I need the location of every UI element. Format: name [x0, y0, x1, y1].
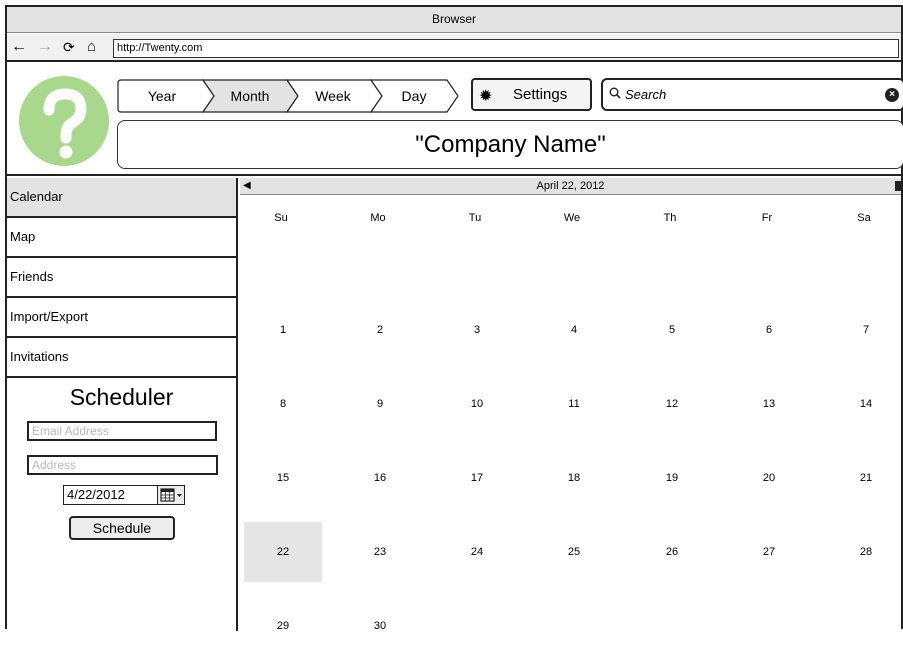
calendar-day[interactable]: 24 — [438, 522, 516, 582]
calendar-day[interactable]: 17 — [438, 448, 516, 508]
calendar-day[interactable]: 18 — [535, 448, 613, 508]
calendar-month-label: April 22, 2012 — [536, 180, 605, 192]
tab-week[interactable]: Week — [298, 79, 368, 113]
scheduler-title: Scheduler — [69, 384, 174, 410]
day-of-week-th: Th — [663, 212, 677, 224]
day-of-week-fr: Fr — [761, 212, 773, 224]
date-field[interactable]: 4/22/2012 — [63, 485, 158, 505]
next-month-icon[interactable] — [895, 181, 901, 191]
calendar-day[interactable]: 4 — [535, 300, 613, 360]
calendar-day[interactable]: 3 — [438, 300, 516, 360]
app-header: Year Month Week Day ✹ Settings Search × … — [7, 64, 903, 176]
day-of-week-su: Su — [274, 212, 288, 224]
calendar-day[interactable]: 20 — [730, 448, 808, 508]
calendar-day[interactable]: 27 — [730, 522, 808, 582]
calendar-picker-icon[interactable] — [157, 485, 185, 505]
search-placeholder: Search — [625, 87, 667, 102]
calendar-day[interactable]: 11 — [535, 374, 613, 434]
calendar-day[interactable]: 22 — [244, 522, 322, 582]
email-field[interactable]: Email Address — [27, 421, 217, 441]
schedule-button[interactable]: Schedule — [69, 516, 175, 540]
tab-year[interactable]: Year — [127, 79, 197, 113]
calendar-day[interactable]: 2 — [341, 300, 419, 360]
calendar-day[interactable]: 26 — [633, 522, 711, 582]
company-name-banner: "Company Name" — [117, 120, 903, 169]
calendar-day[interactable]: 28 — [827, 522, 903, 582]
calendar-day[interactable]: 23 — [341, 522, 419, 582]
settings-label: Settings — [513, 86, 568, 103]
browser-toolbar: ← → ⟳ ⌂ http://Twenty.com — [7, 34, 901, 62]
settings-button[interactable]: ✹ Settings — [471, 78, 592, 111]
day-of-week-mo: Mo — [370, 212, 386, 224]
browser-title-bar: Browser — [7, 7, 901, 33]
sidebar-item-calendar[interactable]: Calendar — [7, 178, 236, 218]
tab-day[interactable]: Day — [382, 79, 446, 113]
sidebar-item-friends[interactable]: Friends — [7, 258, 236, 298]
browser-window: Browser ← → ⟳ ⌂ http://Twenty.com Year M… — [5, 5, 903, 632]
back-arrow-icon[interactable]: ← — [11, 38, 27, 56]
sidebar-item-map[interactable]: Map — [7, 218, 236, 258]
day-of-week-sa: Sa — [857, 212, 871, 224]
calendar-day[interactable]: 30 — [341, 596, 419, 656]
calendar-day[interactable]: 8 — [244, 374, 322, 434]
sidebar: Calendar Map Friends Import/Export Invit… — [7, 178, 238, 631]
calendar-day[interactable]: 7 — [827, 300, 903, 360]
calendar-day[interactable]: 12 — [633, 374, 711, 434]
search-icon — [609, 87, 621, 99]
calendar-day[interactable]: 15 — [244, 448, 322, 508]
calendar-day[interactable]: 14 — [827, 374, 903, 434]
calendar-day[interactable]: 13 — [730, 374, 808, 434]
gear-icon: ✹ — [479, 88, 493, 105]
clear-icon[interactable]: × — [885, 88, 899, 102]
calendar-day[interactable]: 6 — [730, 300, 808, 360]
calendar-day[interactable]: 25 — [535, 522, 613, 582]
url-field[interactable]: http://Twenty.com — [113, 39, 899, 58]
calendar-header: ◀ April 22, 2012 — [240, 178, 901, 195]
search-input[interactable]: Search × — [601, 78, 903, 111]
refresh-icon[interactable]: ⟳ — [63, 38, 75, 56]
calendar-day[interactable]: 29 — [244, 596, 322, 656]
day-of-week-tu: Tu — [468, 212, 482, 224]
calendar-day[interactable]: 21 — [827, 448, 903, 508]
sidebar-item-invitations[interactable]: Invitations — [7, 338, 236, 378]
sidebar-item-import-export[interactable]: Import/Export — [7, 298, 236, 338]
calendar-day[interactable]: 1 — [244, 300, 322, 360]
tab-month[interactable]: Month — [214, 79, 286, 113]
calendar-day[interactable]: 16 — [341, 448, 419, 508]
view-tabs: Year Month Week Day — [117, 79, 459, 113]
calendar-day[interactable]: 5 — [633, 300, 711, 360]
day-of-week-we: We — [563, 212, 581, 224]
calendar-month-view: ◀ April 22, 2012 Su Mo Tu We Th Fr Sa 1 2 3 4 5 6 7 8 9… — [240, 178, 903, 632]
question-mark-logo — [19, 76, 109, 166]
prev-month-icon[interactable]: ◀ — [243, 178, 251, 194]
address-field[interactable]: Address — [27, 455, 218, 475]
forward-arrow-icon[interactable]: → — [37, 38, 53, 56]
home-icon[interactable]: ⌂ — [87, 38, 96, 56]
browser-title: Browser — [431, 12, 476, 26]
calendar-day[interactable]: 9 — [341, 374, 419, 434]
calendar-day[interactable]: 10 — [438, 374, 516, 434]
calendar-day[interactable]: 19 — [633, 448, 711, 508]
